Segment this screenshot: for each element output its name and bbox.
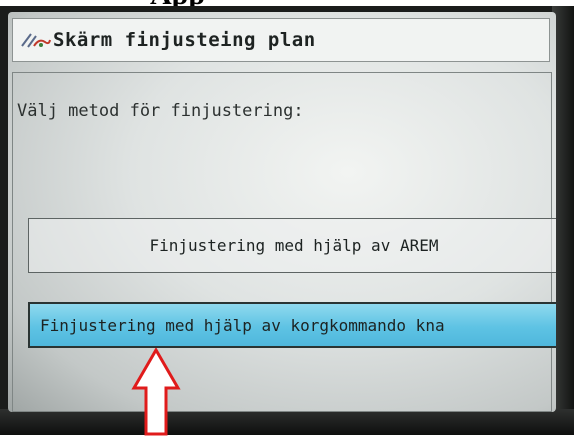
window-title: Skärm finjusteing plan xyxy=(53,29,316,51)
finjustering-arem-button[interactable]: Finjustering med hjälp av AREM xyxy=(28,218,556,273)
finjustering-korgkommando-button[interactable]: Finjustering med hjälp av korgkommando k… xyxy=(28,302,556,348)
device-screen: Skärm finjusteing plan Välj metod för fi… xyxy=(8,12,556,412)
device-photo: Skärm finjusteing plan Välj metod för fi… xyxy=(0,6,574,436)
title-bar: Skärm finjusteing plan xyxy=(12,18,550,62)
calibration-tool-icon xyxy=(21,33,51,48)
arrow-up-icon xyxy=(131,348,181,436)
method-prompt: Välj metod för finjustering: xyxy=(17,101,304,121)
device-bezel-bottom xyxy=(0,409,574,435)
